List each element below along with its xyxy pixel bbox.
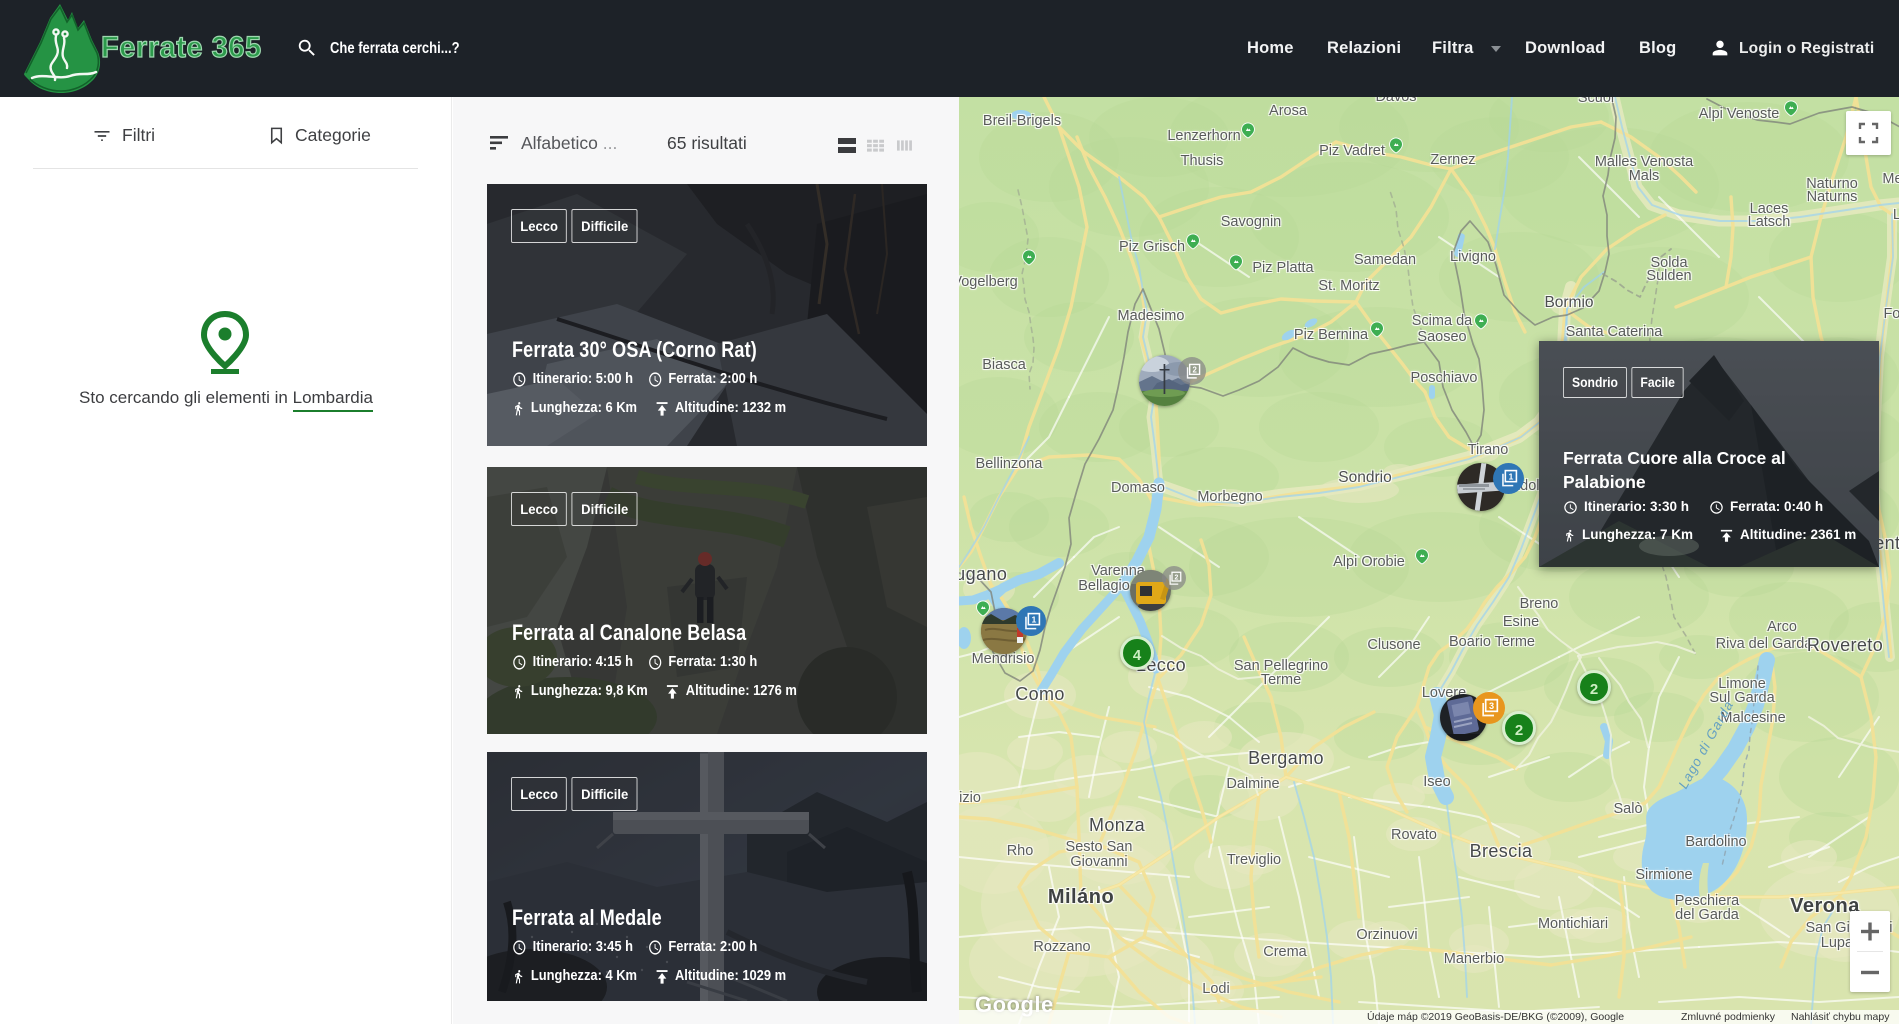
svg-text:2: 2 (1174, 574, 1178, 581)
svg-text:2: 2 (1192, 365, 1197, 374)
svg-text:1: 1 (1031, 614, 1036, 624)
svg-text:1: 1 (1508, 472, 1513, 482)
svg-text:3: 3 (1489, 701, 1494, 711)
